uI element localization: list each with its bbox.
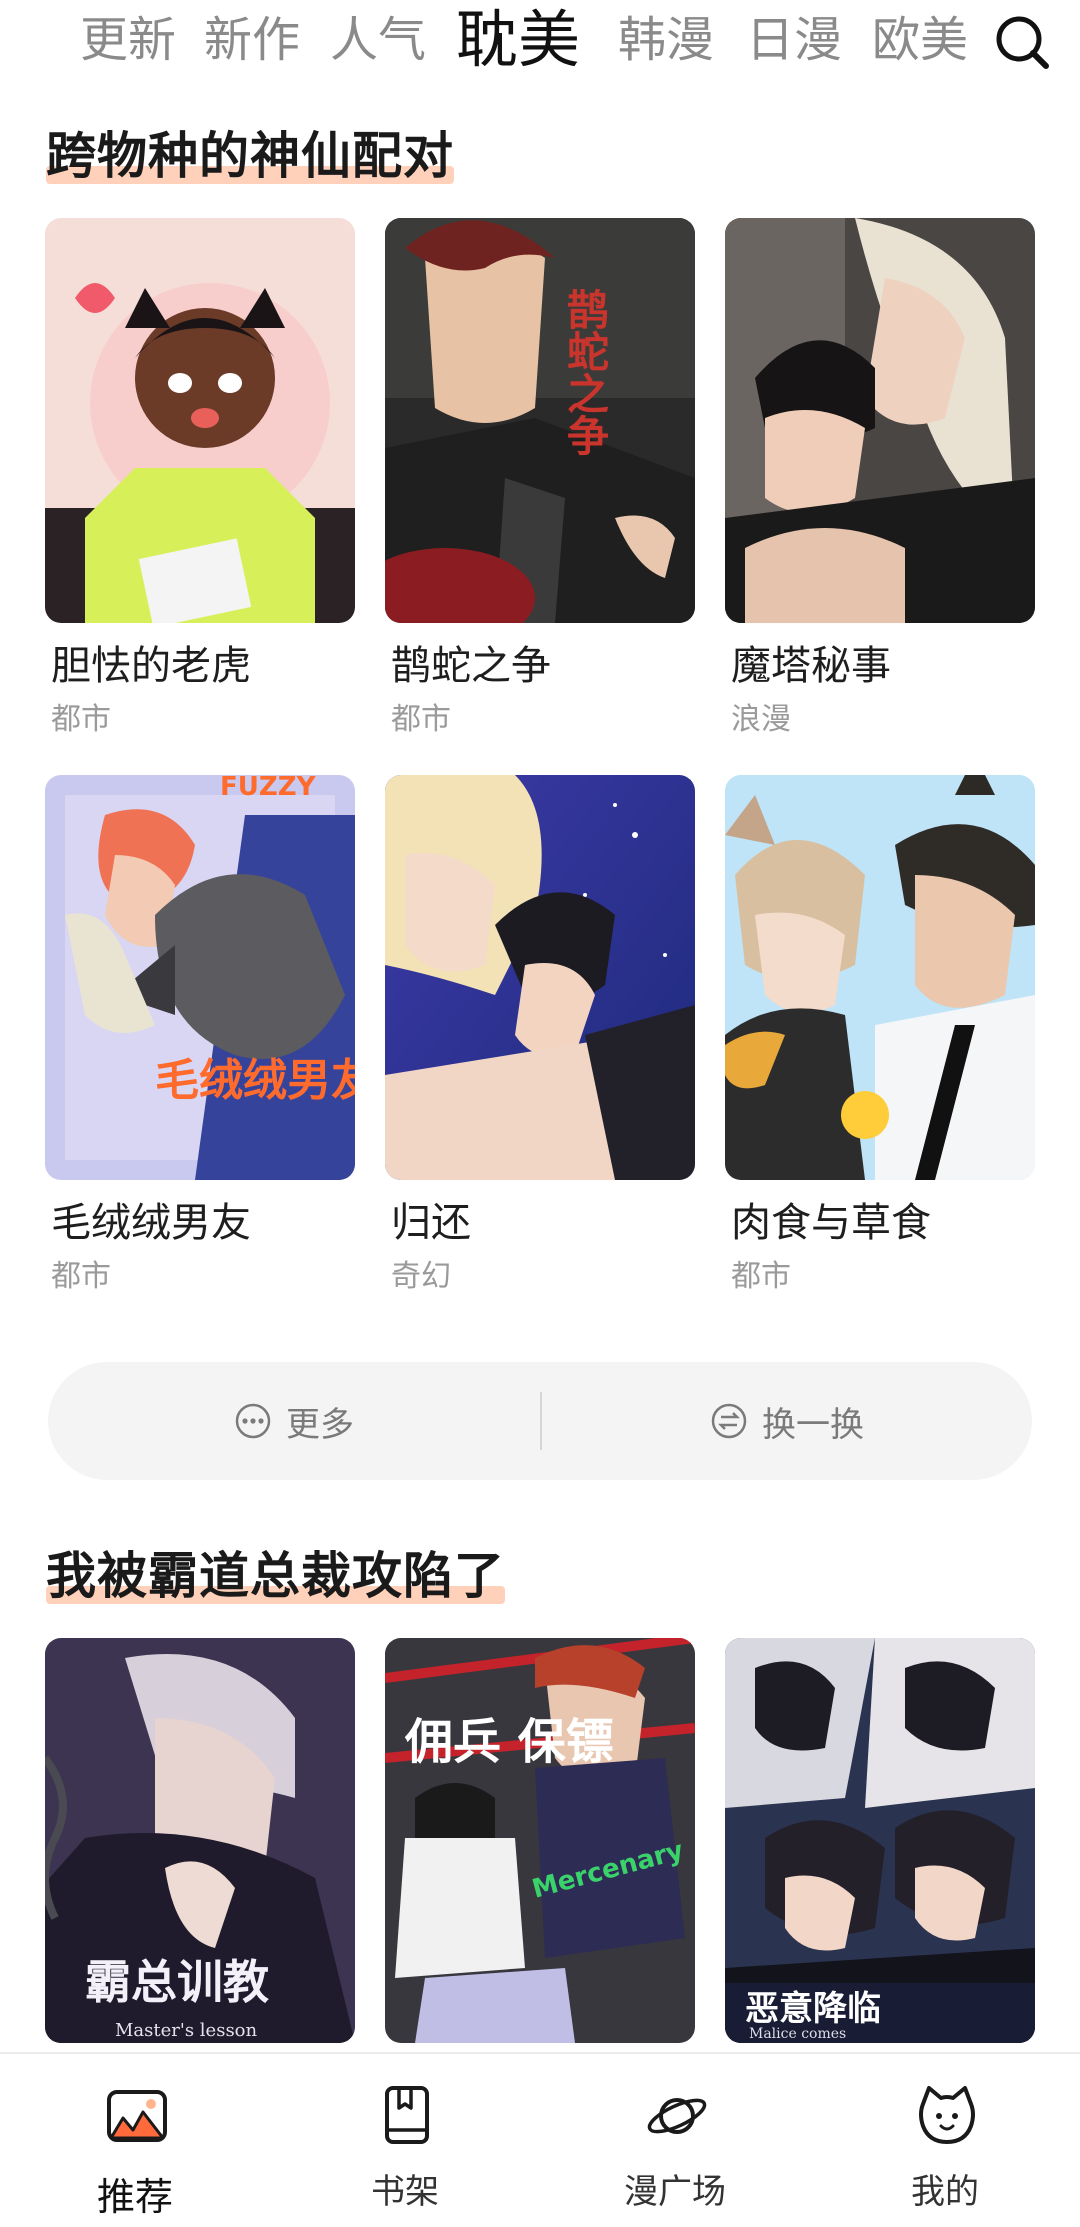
comic-cover[interactable]: [45, 218, 355, 623]
nav-recommend[interactable]: 推荐: [0, 2054, 270, 2227]
comic-genre-tag: 都市: [51, 702, 111, 737]
bottom-navigation: 推荐 书架 漫广场 我的: [0, 2052, 1080, 2227]
more-dots-icon: [235, 1403, 271, 1439]
cover-subtitle-art: Malice comes: [749, 2026, 846, 2042]
section-title: 我被霸道总裁攻陷了: [46, 1536, 505, 1608]
comic-genre-tag: 奇幻: [391, 1259, 451, 1294]
comic-card[interactable]: 归还 奇幻: [385, 775, 695, 1296]
comic-card[interactable]: 霸总训教 Master's lesson: [45, 1638, 355, 2043]
comic-cover[interactable]: 毛绒绒男友 FUZZY: [45, 775, 355, 1180]
comic-card[interactable]: 佣兵 保镖 Mercenary: [385, 1638, 695, 2043]
comic-genre-tag: 都市: [731, 1259, 791, 1294]
cover-title-art: 毛绒绒男友: [155, 1055, 355, 1106]
comic-cover[interactable]: 恶意降临 Malice comes: [725, 1638, 1035, 2043]
cat-face-icon: [915, 2084, 975, 2148]
comic-cover[interactable]: [725, 218, 1035, 623]
comic-cover[interactable]: 佣兵 保镖 Mercenary: [385, 1638, 695, 2043]
cover-title-art: 恶意降临: [745, 1989, 881, 2029]
nav-label: 漫广场: [624, 2172, 726, 2212]
comic-genre-tag: 浪漫: [731, 702, 791, 737]
more-button[interactable]: 更多: [48, 1362, 540, 1480]
refresh-icon: [711, 1403, 747, 1439]
nav-mine[interactable]: 我的: [810, 2054, 1080, 2227]
cover-title-art: FUZZY: [220, 775, 317, 802]
comic-cover[interactable]: [725, 775, 1035, 1180]
tab-japanese[interactable]: 日漫: [746, 10, 842, 70]
cover-title-art: 鹊蛇之争: [561, 288, 610, 456]
nav-label: 我的: [911, 2172, 979, 2212]
section-title-text: 跨物种的神仙配对: [46, 127, 454, 185]
top-tab-bar: 更新 新作 人气 耽美 韩漫 日漫 欧美: [0, 0, 1080, 90]
planet-icon: [645, 2084, 707, 2148]
comic-genre-tag: 都市: [51, 1259, 111, 1294]
comic-cover[interactable]: 霸总训教 Master's lesson: [45, 1638, 355, 2043]
comic-cover[interactable]: 鹊蛇之争: [385, 218, 695, 623]
recommend-icon: [105, 2084, 167, 2148]
comic-title: 归还: [391, 1200, 471, 1246]
nav-label: 推荐: [96, 2175, 173, 2219]
nav-comic-plaza[interactable]: 漫广场: [540, 2054, 810, 2227]
tab-western[interactable]: 欧美: [872, 10, 968, 70]
nav-bookshelf[interactable]: 书架: [270, 2054, 540, 2227]
cover-subtitle-art: Master's lesson: [115, 2020, 258, 2041]
cover-title-art: 霸总训教: [85, 1955, 269, 2009]
nav-label: 书架: [371, 2172, 439, 2212]
comic-title: 肉食与草食: [731, 1200, 931, 1246]
cover-title-art: 佣兵 保镖: [404, 1714, 614, 1770]
more-label: 更多: [286, 1404, 354, 1445]
comic-card[interactable]: 鹊蛇之争 鹊蛇之争 都市: [385, 218, 695, 739]
comic-card[interactable]: 恶意降临 Malice comes: [725, 1638, 1035, 2043]
tab-korean[interactable]: 韩漫: [618, 10, 714, 70]
tab-danmei[interactable]: 耽美: [456, 2, 580, 78]
comic-title: 魔塔秘事: [731, 643, 891, 689]
tab-popular[interactable]: 人气: [330, 10, 426, 70]
comic-card[interactable]: 魔塔秘事 浪漫: [725, 218, 1035, 739]
comic-card[interactable]: 毛绒绒男友 FUZZY 毛绒绒男友 都市: [45, 775, 355, 1296]
tab-new[interactable]: 新作: [204, 10, 300, 70]
tab-update[interactable]: 更新: [80, 10, 176, 70]
section-title-text: 我被霸道总裁攻陷了: [46, 1547, 505, 1605]
refresh-label: 换一换: [762, 1404, 864, 1445]
comic-title: 鹊蛇之争: [391, 643, 551, 689]
comic-card[interactable]: 肉食与草食 都市: [725, 775, 1035, 1296]
comic-genre-tag: 都市: [391, 702, 451, 737]
section-title: 跨物种的神仙配对: [46, 116, 454, 188]
comic-title: 胆怯的老虎: [51, 643, 251, 689]
refresh-button[interactable]: 换一换: [542, 1362, 1032, 1480]
more-refresh-bar: 更多 换一换: [48, 1362, 1032, 1480]
bookshelf-icon: [375, 2084, 435, 2148]
comic-cover[interactable]: [385, 775, 695, 1180]
comic-title: 毛绒绒男友: [51, 1200, 251, 1246]
search-icon[interactable]: [992, 12, 1052, 72]
comic-card[interactable]: 胆怯的老虎 都市: [45, 218, 355, 739]
